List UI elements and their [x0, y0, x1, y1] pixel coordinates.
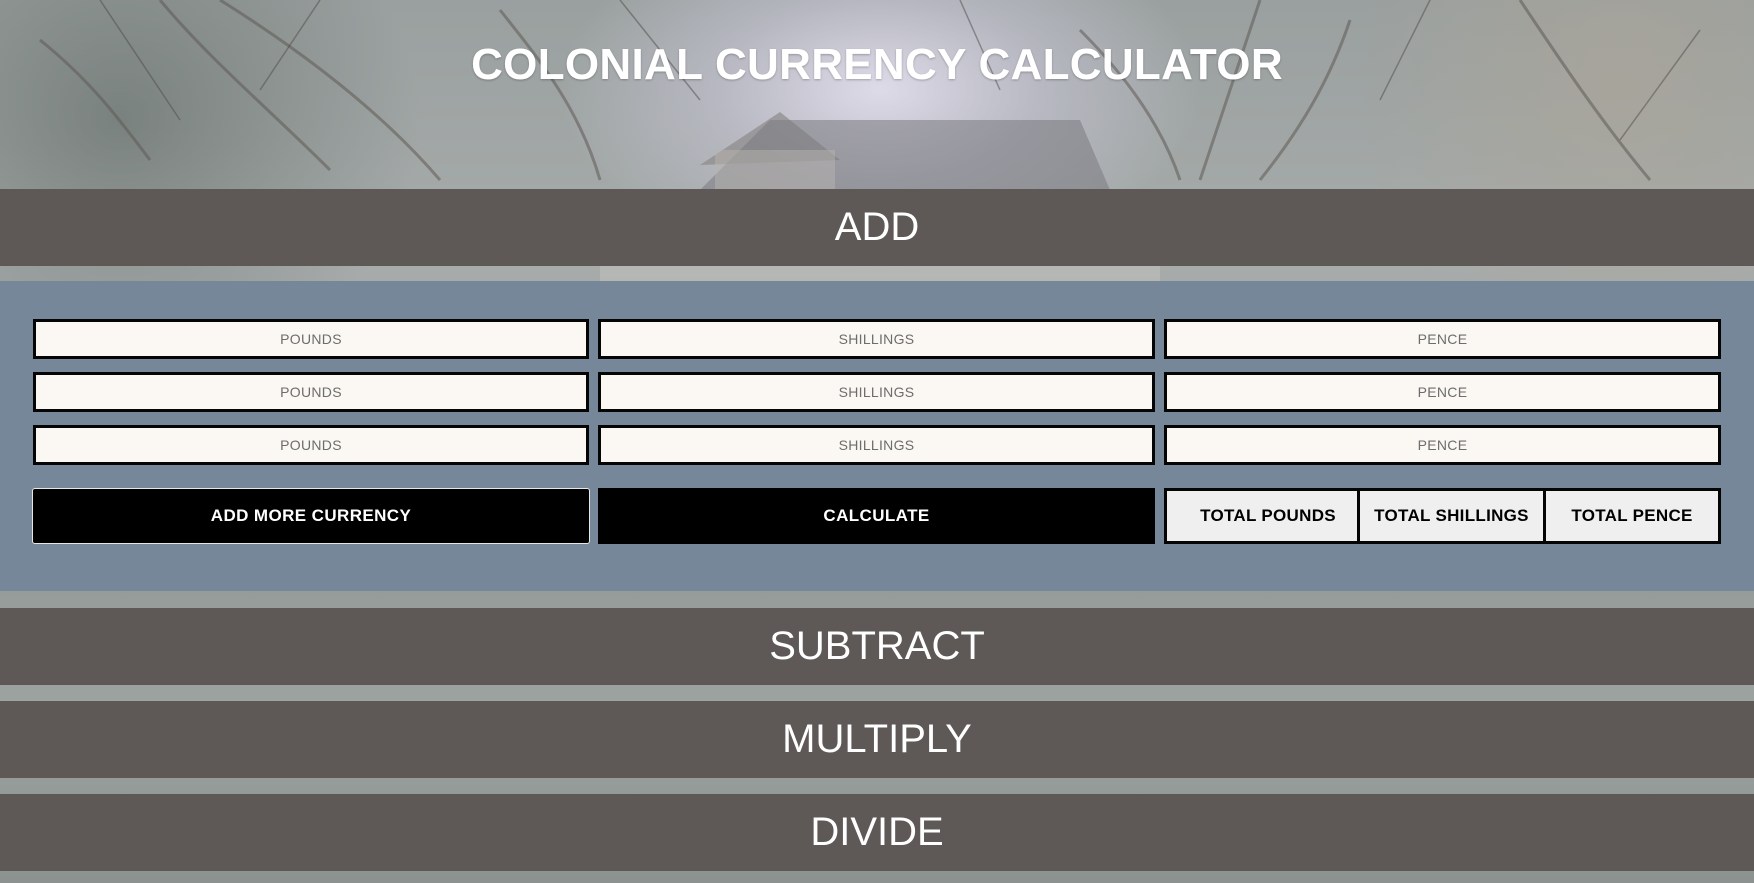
shillings-input-1[interactable]: [598, 319, 1155, 359]
section-divide-header[interactable]: DIVIDE: [0, 794, 1754, 871]
pence-input-1[interactable]: [1164, 319, 1721, 359]
pounds-input-1[interactable]: [33, 319, 589, 359]
totals-display: TOTAL POUNDS TOTAL SHILLINGS TOTAL PENCE: [1164, 488, 1721, 544]
pence-input-2[interactable]: [1164, 372, 1721, 412]
pounds-input-3[interactable]: [33, 425, 589, 465]
section-multiply-header[interactable]: MULTIPLY: [0, 701, 1754, 778]
page-title: COLONIAL CURRENCY CALCULATOR: [471, 40, 1283, 89]
total-pence-label: TOTAL PENCE: [1571, 506, 1693, 525]
add-more-currency-button[interactable]: ADD MORE CURRENCY: [32, 488, 590, 544]
pounds-input-2[interactable]: [33, 372, 589, 412]
section-add-header[interactable]: ADD: [0, 189, 1754, 266]
shillings-input-2[interactable]: [598, 372, 1155, 412]
total-shillings-label: TOTAL SHILLINGS: [1374, 506, 1529, 525]
total-pounds-label: TOTAL POUNDS: [1200, 506, 1336, 525]
shillings-input-3[interactable]: [598, 425, 1155, 465]
calculate-button[interactable]: CALCULATE: [598, 488, 1155, 544]
section-subtract-header[interactable]: SUBTRACT: [0, 608, 1754, 685]
pence-input-3[interactable]: [1164, 425, 1721, 465]
